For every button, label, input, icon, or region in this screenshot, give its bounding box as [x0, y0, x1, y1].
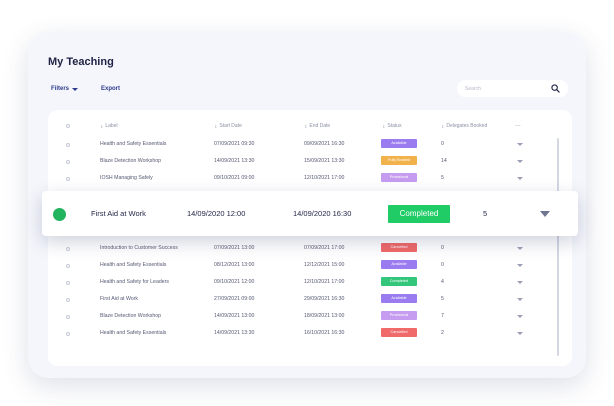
- row-label[interactable]: Health and Safety Essentials: [100, 330, 166, 336]
- row-delegates: 5: [441, 296, 444, 302]
- chevron-down-icon[interactable]: [517, 281, 523, 284]
- export-button[interactable]: Export: [101, 86, 120, 92]
- sort-icon: ⇕: [382, 123, 386, 129]
- row-label[interactable]: Health and Safety Essentials: [100, 141, 166, 147]
- chevron-down-icon[interactable]: [540, 211, 550, 217]
- status-badge: Provisional: [381, 173, 417, 182]
- chevron-down-icon[interactable]: [517, 332, 523, 335]
- status-badge: Available: [381, 294, 417, 303]
- sort-icon: ⇕: [100, 123, 104, 129]
- row-delegates: 0: [441, 262, 444, 268]
- chevron-down-icon[interactable]: [517, 143, 523, 146]
- row-label[interactable]: First Aid at Work: [100, 296, 138, 302]
- chevron-down-icon: [72, 87, 79, 91]
- chevron-down-icon[interactable]: [517, 298, 523, 301]
- column-header-start-date[interactable]: ⇕ Start Date: [214, 123, 242, 129]
- search-box[interactable]: [457, 80, 568, 97]
- search-input[interactable]: [465, 85, 545, 92]
- row-delegates: 2: [441, 330, 444, 336]
- status-badge: Cancelled: [381, 328, 417, 337]
- row-delegates: 0: [441, 245, 444, 251]
- chevron-down-icon[interactable]: [517, 160, 523, 163]
- row-label[interactable]: Blaze Detection Workshop: [100, 158, 161, 164]
- row-end-date: 12/10/2021 17:00: [304, 175, 345, 181]
- filters-button[interactable]: Filters: [51, 86, 79, 92]
- table-scrollbar[interactable]: [557, 138, 559, 356]
- more-icon[interactable]: ...: [515, 121, 521, 128]
- row-checkbox[interactable]: [66, 264, 70, 268]
- row-end-date: 12/12/2021 15:00: [304, 262, 345, 268]
- row-start-date: 07/09/2021 13:00: [214, 245, 255, 251]
- row-end-date: 18/09/2021 13:00: [304, 313, 345, 319]
- column-header-delegates[interactable]: ⇕ Delegates Booked: [441, 123, 487, 129]
- chevron-down-icon[interactable]: [517, 177, 523, 180]
- row-checkbox[interactable]: [66, 281, 70, 285]
- row-delegates: 0: [441, 141, 444, 147]
- row-start-date: 07/09/2021 09:30: [214, 141, 255, 147]
- select-all-checkbox[interactable]: [66, 124, 70, 128]
- status-badge: Available: [381, 260, 417, 269]
- row-end-date: 12/10/2021 17:00: [304, 279, 345, 285]
- row-start-date: 08/12/2021 13:00: [214, 262, 255, 268]
- table-panel: [48, 110, 572, 366]
- status-badge: Available: [381, 139, 417, 148]
- row-start-date: 09/10/2021 09:00: [214, 175, 255, 181]
- row-checkbox[interactable]: [66, 298, 70, 302]
- highlight-start-date: 14/09/2020 12:00: [187, 209, 246, 218]
- row-start-date: 14/09/2021 13:00: [214, 313, 255, 319]
- row-delegates: 5: [441, 175, 444, 181]
- sort-icon: ⇕: [214, 123, 218, 129]
- chevron-down-icon[interactable]: [517, 247, 523, 250]
- column-header-status[interactable]: ⇕ Status: [382, 123, 402, 129]
- row-start-date: 14/09/2021 13:30: [214, 330, 255, 336]
- row-label[interactable]: Introduction to Customer Success: [100, 245, 178, 251]
- status-badge: Completed: [381, 277, 417, 286]
- chevron-down-icon[interactable]: [517, 315, 523, 318]
- row-delegates: 14: [441, 158, 447, 164]
- row-label[interactable]: Blaze Detection Workshop: [100, 313, 161, 319]
- status-badge: Fully Booked: [381, 156, 417, 165]
- status-badge: Provisional: [381, 311, 417, 320]
- row-delegates: 4: [441, 279, 444, 285]
- column-header-end-date[interactable]: ⇕ End Date: [304, 123, 330, 129]
- row-checkbox[interactable]: [66, 160, 70, 164]
- row-checkbox[interactable]: [66, 177, 70, 181]
- highlight-status-badge: Completed: [388, 205, 450, 223]
- row-checkbox[interactable]: [66, 143, 70, 147]
- row-checkbox[interactable]: [66, 332, 70, 336]
- page-title: My Teaching: [48, 56, 114, 68]
- filters-label: Filters: [51, 86, 70, 92]
- sort-icon: ⇕: [441, 123, 445, 129]
- highlight-label: First Aid at Work: [91, 209, 146, 218]
- row-end-date: 15/09/2021 13:30: [304, 158, 345, 164]
- row-label[interactable]: Health and Safety for Leaders: [100, 279, 169, 285]
- row-end-date: 29/09/2021 16:30: [304, 296, 345, 302]
- highlight-delegates: 5: [483, 209, 488, 218]
- search-icon[interactable]: [551, 84, 560, 93]
- column-header-label[interactable]: ⇕ Label: [100, 123, 118, 129]
- highlight-end-date: 14/09/2020 16:30: [293, 209, 352, 218]
- status-dot: [53, 208, 66, 221]
- row-start-date: 09/10/2021 12:00: [214, 279, 255, 285]
- row-label[interactable]: Health and Safety Essentials: [100, 262, 166, 268]
- row-end-date: 09/09/2021 16:30: [304, 141, 345, 147]
- row-start-date: 14/09/2021 13:30: [214, 158, 255, 164]
- row-label[interactable]: IOSH Managing Safely: [100, 175, 153, 181]
- row-start-date: 27/09/2021 09:00: [214, 296, 255, 302]
- status-badge: Cancelled: [381, 243, 417, 252]
- row-checkbox[interactable]: [66, 315, 70, 319]
- row-end-date: 16/10/2021 16:30: [304, 330, 345, 336]
- chevron-down-icon[interactable]: [517, 264, 523, 267]
- row-end-date: 07/09/2021 17:00: [304, 245, 345, 251]
- sort-icon: ⇕: [304, 123, 308, 129]
- row-delegates: 7: [441, 313, 444, 319]
- row-checkbox[interactable]: [66, 247, 70, 251]
